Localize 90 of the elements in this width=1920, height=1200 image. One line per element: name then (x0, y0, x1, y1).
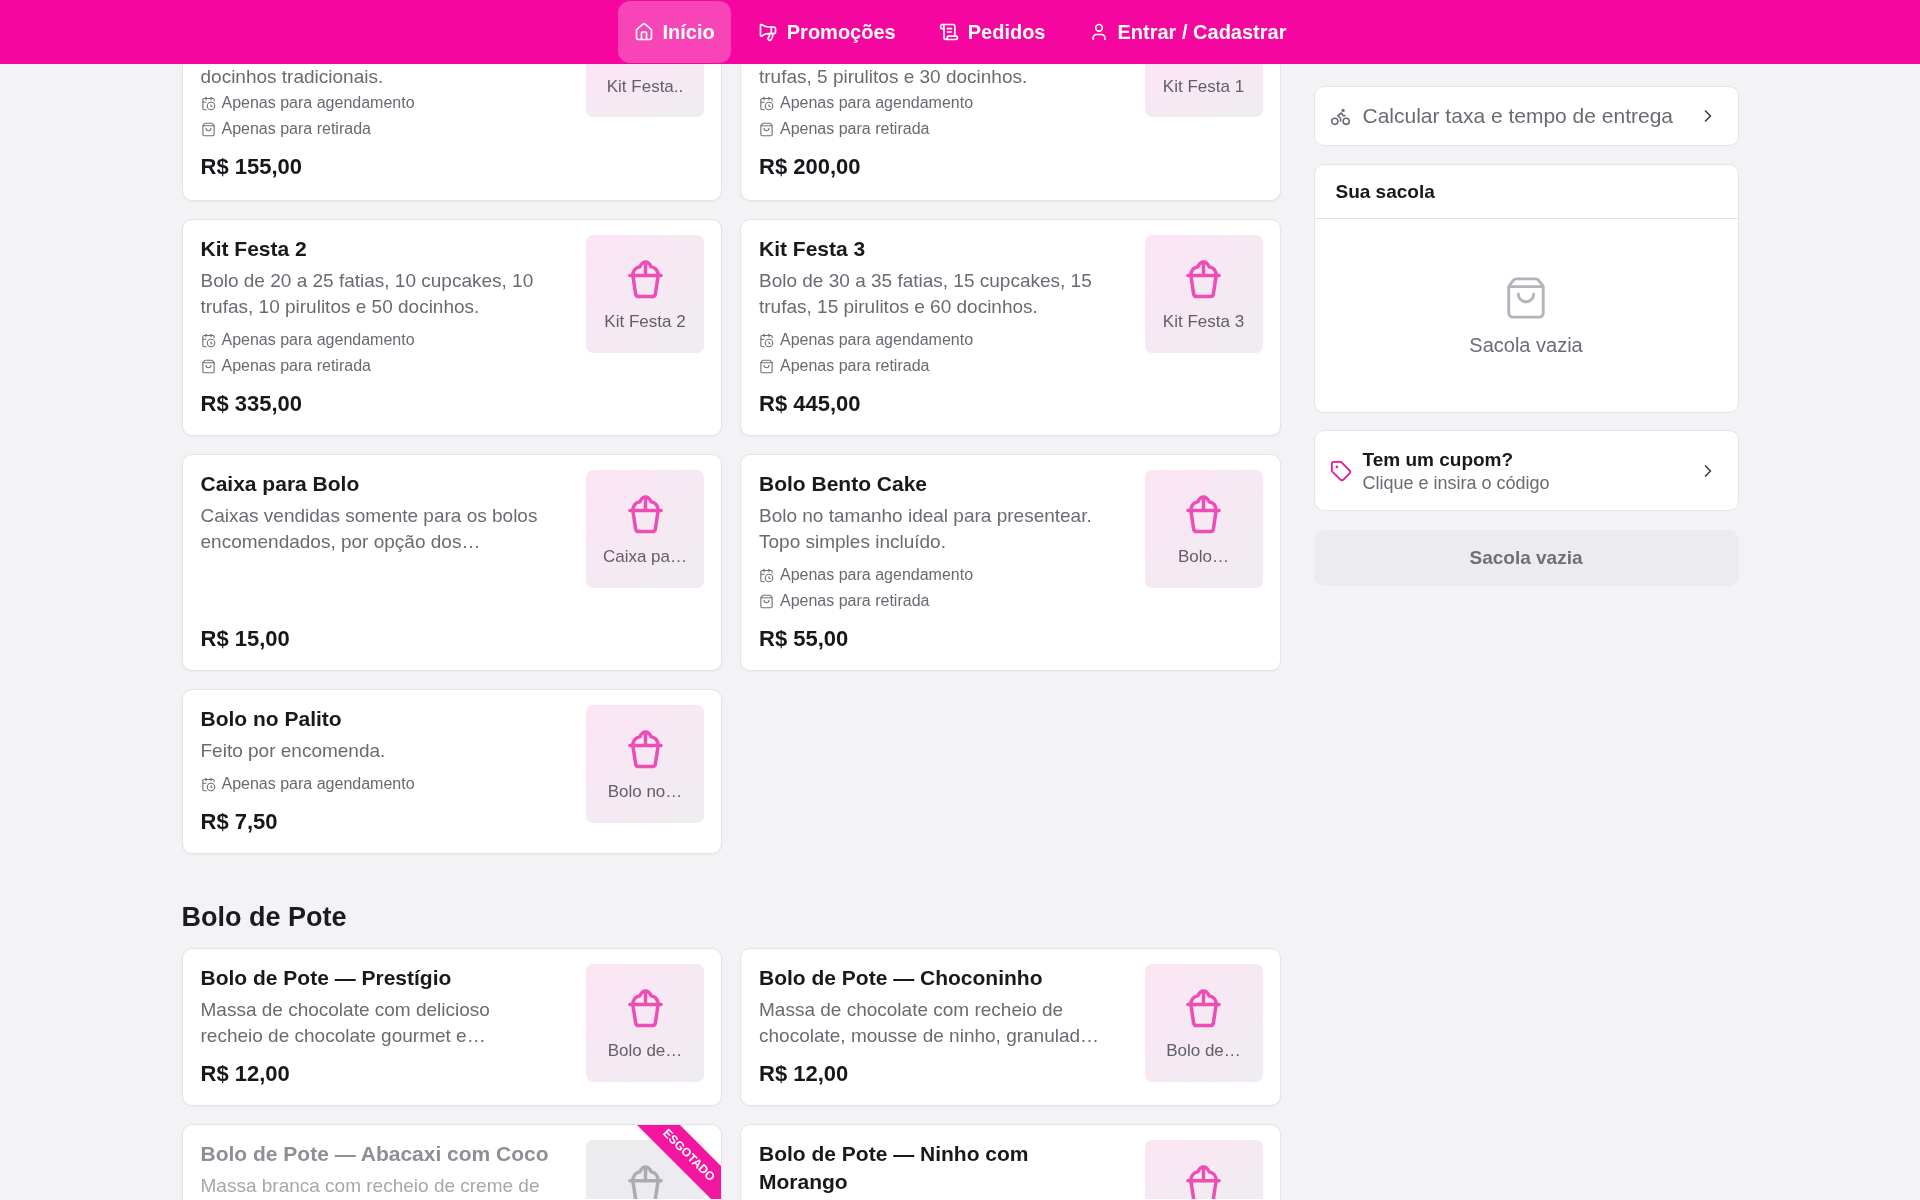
tag-icon (1329, 459, 1352, 482)
delivery-fee-button[interactable]: Calcular taxa e tempo de entrega (1313, 86, 1739, 146)
product-price: R$ 445,00 (759, 390, 862, 418)
product-description: Feito por encomenda. (200, 739, 387, 763)
product-description: trufas, 5 pirulitos e 30 docinhos. (759, 65, 1029, 89)
calendar-clock-icon (200, 332, 216, 348)
calendar-clock-icon (759, 332, 774, 348)
calendar-clock-icon (200, 95, 216, 111)
image-caption: Caixa pa… (602, 547, 688, 567)
availability-note: Apenas para retirada (780, 119, 930, 139)
product-title: Bolo de Pote — Abacaxi com Coco (200, 1141, 550, 1167)
cupcake-icon (627, 260, 663, 299)
product-description: Bolo de 30 a 35 fatias, 15 cupcakes, 15 trufas, 15 pirulitos e 60 docinhos. (759, 269, 1093, 319)
shopping-bag-icon (200, 358, 216, 374)
cupcake-icon (627, 1165, 663, 1199)
cupcake-icon (627, 495, 663, 534)
product-description: Massa branca com recheio de creme de (200, 1174, 541, 1198)
availability-note: Apenas para retirada (221, 356, 371, 376)
calendar-clock-icon (759, 95, 774, 111)
product-title: Caixa para Bolo (200, 471, 361, 497)
product-title: Bolo no Palito (200, 706, 343, 732)
cupcake-icon (1186, 1165, 1221, 1199)
product-card[interactable]: Bolo Bento Cake Bolo no tamanho ideal para presentear. Topo simples incluído. Apenas para agendamento Apenas para retirada R$ 55,00 Bolo… (740, 454, 1281, 671)
megaphone-icon (757, 22, 778, 42)
image-caption: Bolo de… (607, 1041, 683, 1061)
product-price: R$ 335,00 (200, 390, 304, 418)
product-card[interactable]: Caixa para Bolo Caixas vendidas somente para os bolos encomendados, por opção dos… R$ 15,00 Caixa pa… (181, 454, 722, 671)
nav-link[interactable]: Promoções (741, 1, 912, 63)
product-description: Massa de chocolate com recheio de chocolate, mousse de ninho, granulad… (759, 998, 1101, 1048)
section-heading: Bolo de Pote (181, 901, 348, 934)
coupon-button[interactable]: Tem um cupom? Clique e insira o código (1313, 430, 1739, 511)
product-description: Massa de chocolate com delicioso recheio de chocolate gourmet e… (200, 998, 491, 1048)
availability-note: Apenas para agendamento (221, 774, 415, 794)
cupcake-icon (1186, 260, 1221, 299)
product-price: R$ 7,50 (200, 808, 279, 836)
product-card[interactable]: Bolo de Pote — Choconinho Massa de chocolate com recheio de chocolate, mousse de ninho, granulad… R$ 12,00 Bolo de… (740, 948, 1281, 1106)
availability-note: Apenas para retirada (780, 356, 930, 376)
empty-bag-text: Sacola vazia (1469, 332, 1583, 357)
product-price: R$ 155,00 (200, 153, 304, 181)
product-description: docinhos tradicionais. (200, 65, 385, 89)
availability-note: Apenas para retirada (221, 119, 371, 139)
image-caption: Bolo… (1178, 547, 1229, 567)
product-title: Kit Festa 3 (759, 236, 867, 262)
panel-title: Sua sacola (1335, 179, 1435, 204)
product-card[interactable]: Bolo de Pote — Ninho com Morango (740, 1124, 1281, 1200)
product-price: R$ 12,00 (200, 1060, 291, 1088)
image-caption: Bolo de… (1166, 1041, 1241, 1061)
image-caption: Kit Festa.. (606, 77, 684, 97)
image-caption: Kit Festa 1 (1162, 77, 1245, 97)
calendar-clock-icon (759, 567, 774, 583)
availability-note: Apenas para agendamento (221, 330, 415, 350)
shopping-bag-icon (759, 358, 774, 374)
availability-note: Apenas para agendamento (780, 330, 974, 350)
calendar-clock-icon (200, 776, 216, 792)
availability-note: Apenas para agendamento (780, 93, 974, 113)
nav-link[interactable]: Pedidos (922, 1, 1062, 63)
product-card[interactable]: Kit Festa 3 Bolo de 30 a 35 fatias, 15 cupcakes, 15 trufas, 15 pirulitos e 60 docinhos. Apenas para agendamento Apenas para retirada R$ 445,00 Kit Festa 3 (740, 219, 1281, 436)
scroll-icon (938, 22, 959, 42)
shopping-bag-icon (200, 121, 216, 137)
product-description: Bolo de 20 a 25 fatias, 10 cupcakes, 10 trufas, 10 pirulitos e 50 docinhos. (200, 269, 535, 319)
product-description: Bolo no tamanho ideal para presentear. Topo simples incluído. (759, 504, 1093, 554)
product-title: Kit Festa 2 (200, 236, 308, 262)
product-title: Bolo de Pote — Choconinho (759, 965, 1044, 991)
availability-note: Apenas para agendamento (221, 93, 415, 113)
product-title: Bolo Bento Cake (759, 471, 929, 497)
cupcake-icon (627, 730, 663, 769)
shopping-bag-icon (759, 121, 774, 137)
product-price: R$ 12,00 (759, 1060, 850, 1088)
image-caption: Bolo no… (607, 782, 683, 802)
availability-note: Apenas para retirada (780, 591, 930, 611)
cupcake-icon (627, 989, 663, 1028)
image-caption: Kit Festa 3 (1162, 312, 1245, 332)
product-card[interactable]: Kit Festa 2 Bolo de 20 a 25 fatias, 10 cupcakes, 10 trufas, 10 pirulitos e 50 docinhos. Apenas para agendamento Apenas para retirada R$ 335,00 Kit Festa 2 (181, 219, 722, 436)
product-card[interactable]: docinhos tradicionais. Apenas para agendamento Apenas para retirada R$ 155,00 Kit Festa.. (181, 64, 722, 201)
product-title: Bolo de Pote — Ninho com Morango (759, 1141, 1030, 1195)
cupcake-icon (1186, 989, 1221, 1028)
product-card[interactable]: Bolo no Palito Feito por encomenda. Apenas para agendamento R$ 7,50 Bolo no… (181, 689, 722, 854)
product-price: R$ 200,00 (759, 153, 862, 181)
nav-link[interactable]: Entrar / Cadastrar (1072, 1, 1303, 63)
product-title: Bolo de Pote — Prestígio (200, 965, 453, 991)
product-price: R$ 55,00 (759, 625, 850, 653)
shopping-bag-icon (759, 593, 774, 609)
product-card[interactable]: trufas, 5 pirulitos e 30 docinhos. Apenas para agendamento Apenas para retirada R$ 200,00 Kit Festa 1 (740, 64, 1281, 201)
home-icon (633, 22, 654, 42)
image-caption: Kit Festa 2 (604, 312, 686, 332)
product-description: Caixas vendidas somente para os bolos encomendados, por opção dos… (200, 504, 539, 554)
product-card[interactable]: Bolo de Pote — Prestígio Massa de chocolate com delicioso recheio de chocolate gourmet e… R$ 12,00 Bolo de… (181, 948, 722, 1106)
product-price: R$ 15,00 (200, 625, 291, 653)
availability-note: Apenas para agendamento (780, 565, 974, 585)
cupcake-icon (1186, 495, 1221, 534)
